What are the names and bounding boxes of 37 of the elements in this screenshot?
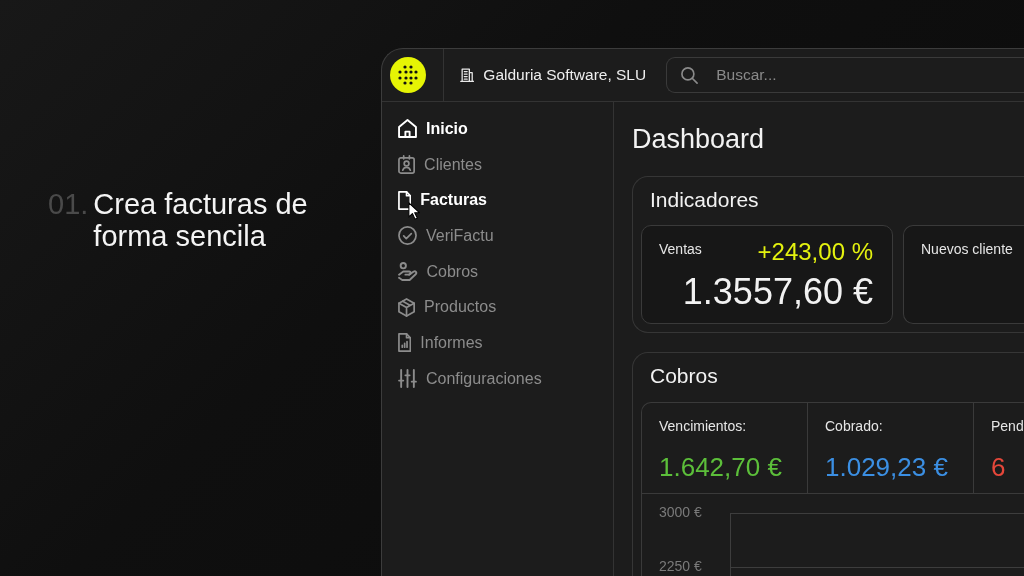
check-circle-icon bbox=[398, 226, 417, 246]
sidebar-item[interactable]: Cobros bbox=[382, 253, 613, 290]
stat-label: Vencimientos: bbox=[659, 417, 747, 436]
sliders-icon bbox=[398, 369, 417, 389]
search-field[interactable]: Buscar... bbox=[666, 57, 1024, 93]
axis-label: 3000 € bbox=[659, 504, 702, 520]
page-title: Dashboard bbox=[632, 123, 765, 155]
sidebar-item[interactable]: Informes bbox=[382, 325, 613, 361]
axis-label: 2250 € bbox=[659, 558, 702, 574]
contact-card-icon bbox=[398, 155, 416, 175]
sidebar-item[interactable]: VeriFactu bbox=[382, 218, 613, 254]
sidebar-item[interactable]: Clientes bbox=[382, 146, 613, 183]
home-icon bbox=[398, 119, 417, 139]
report-icon bbox=[398, 333, 412, 353]
stat-label: Pend bbox=[991, 417, 1024, 436]
stat-value: 6 bbox=[991, 451, 1006, 483]
sidebar-item[interactable]: Facturas bbox=[382, 182, 613, 219]
logo-icon[interactable] bbox=[390, 57, 426, 93]
card-label: Nuevos cliente bbox=[921, 240, 1013, 259]
sidebar-item[interactable]: Productos bbox=[382, 289, 613, 326]
package-icon bbox=[398, 297, 416, 317]
sidebar-item[interactable]: Configuraciones bbox=[382, 360, 613, 397]
stat-value: 1.029,23 € bbox=[825, 451, 948, 483]
stat-value: 1.642,70 € bbox=[659, 451, 782, 483]
document-icon bbox=[398, 190, 412, 210]
sidebar-item[interactable]: Inicio bbox=[382, 111, 613, 147]
building-icon bbox=[460, 68, 475, 82]
hand-coin-icon bbox=[398, 262, 418, 282]
panel-title: Cobros bbox=[650, 363, 718, 389]
search-icon bbox=[681, 66, 699, 84]
card-value: 1.3557,60 € bbox=[682, 272, 873, 312]
panel-title: Indicadores bbox=[650, 187, 759, 213]
stat-label: Cobrado: bbox=[825, 417, 883, 436]
change-percent: +243,00 % bbox=[757, 238, 873, 266]
card-label: Ventas bbox=[659, 240, 702, 259]
hero-heading: Crea facturas de forma sencila bbox=[93, 188, 309, 252]
company-name: Galduria Software, SLU bbox=[483, 65, 647, 85]
